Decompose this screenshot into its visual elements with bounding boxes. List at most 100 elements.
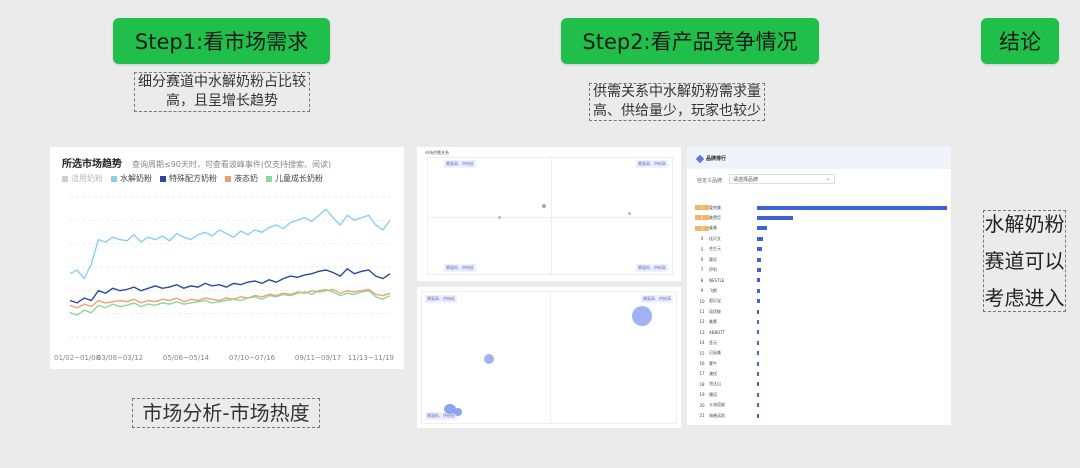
conclusion-note: 水解奶粉 赛道可以 考虑进入 [983,210,1066,312]
brand-name: 君乐宝 [709,298,721,304]
legend-label: 水解奶粉 [120,174,152,183]
brand-row[interactable]: 19 雅培 [695,390,755,399]
x-tick-label: 07/10~07/16 [229,354,276,362]
brand-rank: 11 [699,309,705,314]
brand-rank: 1 [695,205,709,210]
brand-row[interactable]: 10 君乐宝 [695,297,755,306]
quadrant-area: 需量高、供给低 需量高、供给高 需量低、供给低 [421,291,677,425]
brand-rank: 2 [695,215,709,221]
brand-rank: 8 [700,277,704,283]
brand-row[interactable]: 21 海普诺凯 [695,411,755,420]
brand-row[interactable]: 16 蒙牛 [695,359,755,368]
brand-row[interactable]: 18 完达山 [695,380,755,389]
brand-name: 美素 [709,318,717,324]
conclusion-line: 考虑进入 [984,285,1065,310]
legend-label: 适用奶粉 [71,174,103,183]
brand-row[interactable]: 6 惠氏 [695,255,755,264]
brand-row[interactable]: 14 圣元 [695,338,755,347]
market-bubble[interactable] [628,212,631,215]
brand-bar [757,226,767,231]
brand-bar [757,319,759,324]
quadrant-area: 需量高、供给低 需量高、供给高 需量低、供给低 需量低、供给高 [427,157,674,276]
brand-row[interactable]: 12 美素 [695,317,755,326]
series-line-1[interactable] [69,267,391,304]
chart-subtitle: 查询周期≤90天时，可查看波峰事件(仅支持搜索、阅读) [132,160,332,169]
brand-name: 爱他美 [709,204,721,210]
legend-item[interactable]: 水解奶粉 [111,173,152,184]
step2-button[interactable]: Step2:看产品竞争情况 [561,18,819,64]
series-line-2[interactable] [69,288,391,309]
brand-rank: 5 [700,246,704,252]
x-tick-label: 01/02~01/08 [54,354,100,362]
brand-name: 诺优能 [709,308,721,314]
quadrant-label: 需量高、供给高 [636,160,668,168]
brand-select[interactable]: 请选择品牌 ⌄ [729,174,835,184]
chart-title: 所选市场趋势 [62,159,122,170]
legend-swatch [111,175,117,182]
brand-bar [757,299,760,304]
legend-label: 特殊配方奶粉 [169,174,217,183]
brand-row[interactable]: 13 ABBOTT [695,328,755,337]
quadrant-divider [550,292,551,425]
legend-item[interactable]: 儿童成长奶粉 [266,173,323,184]
brand-bar [757,309,760,314]
note-step1-line1: 细分赛道中水解奶粉占比较 [138,74,306,90]
series-line-3[interactable] [69,288,391,316]
brand-row[interactable]: 20 卡洛塔妮 [695,401,755,410]
brand-row[interactable]: 7 伊利 [695,265,755,274]
brand-row[interactable]: 3 雀巢 [695,224,755,233]
brand-rank: 6 [700,257,704,262]
step1-button[interactable]: Step1:看市场需求 [113,18,330,64]
brand-row[interactable]: 11 诺优能 [695,307,755,316]
x-tick-label: 05/06~05/14 [163,354,210,362]
market-bubble[interactable] [632,306,652,326]
brand-rank: 10 [699,298,705,304]
brand-row[interactable]: 2 美赞臣 [695,213,755,222]
brand-name: 海普诺凯 [709,412,725,418]
brand-name: 惠氏 [709,256,717,262]
brand-select-placeholder: 请选择品牌 [733,176,759,183]
conclusion-line: 水解奶粉 [984,211,1065,236]
brand-row[interactable]: 5 合生元 [695,245,755,254]
market-bubble[interactable] [454,408,462,416]
market-bubble[interactable] [542,204,546,208]
market-bubble[interactable] [498,216,501,219]
brand-name: 贝因美 [709,350,721,356]
legend-item[interactable]: 液态奶 [225,173,258,184]
conclusion-line: 赛道可以 [984,248,1065,273]
brand-rank: 9 [700,288,704,294]
quadrant-label: 需量高、供给低 [425,295,457,303]
market-trend-panel: 所选市场趋势 查询周期≤90天时，可查看波峰事件(仅支持搜索、阅读) 适用奶粉 … [50,147,404,369]
brand-rank: 12 [699,319,705,325]
brand-row[interactable]: 17 澳优 [695,369,755,378]
legend-item[interactable]: 特殊配方奶粉 [160,173,217,184]
brand-name: ABBOTT [709,329,726,335]
market-bubble[interactable] [484,354,494,364]
legend-item[interactable]: 适用奶粉 [62,173,103,184]
supply-demand-panel-top: 市场供需关系 需量高、供给低 需量高、供给高 需量低、供给低 需量低、供给高 [417,147,681,281]
supply-demand-panel-bottom: 需量高、供给低 需量高、供给高 需量低、供给低 [417,287,681,428]
brand-bar [757,392,759,397]
legend-swatch [160,175,166,182]
chevron-down-icon: ⌄ [825,176,830,182]
brand-name: 飞鹤 [709,287,717,293]
brand-rank: 7 [700,267,704,273]
brand-bar [757,351,759,356]
brand-bar [757,340,759,345]
brand-name: NESTLE [709,277,725,283]
note-step2-line1: 供需关系中水解奶粉需求量 [593,84,761,100]
note-step2-line2: 高、供给量少，玩家也较少 [593,103,761,119]
brand-row[interactable]: 15 贝因美 [695,349,755,358]
note-step1-line2: 高，且呈增长趋势 [166,93,278,109]
brand-name: 蒙牛 [709,360,717,366]
brand-row[interactable]: 1 爱他美 [695,203,755,212]
brand-row[interactable]: 4 佳贝艾 [695,234,755,243]
brand-row[interactable]: 9 飞鹤 [695,286,755,295]
conclusion-button[interactable]: 结论 [981,18,1059,64]
brand-name: 雀巢 [709,225,717,231]
brand-row[interactable]: 8 NESTLE [695,276,755,285]
brand-bar [757,371,759,376]
brand-rank: 16 [699,361,705,366]
quadrant-divider [428,217,674,218]
brand-rank: 18 [699,381,705,387]
